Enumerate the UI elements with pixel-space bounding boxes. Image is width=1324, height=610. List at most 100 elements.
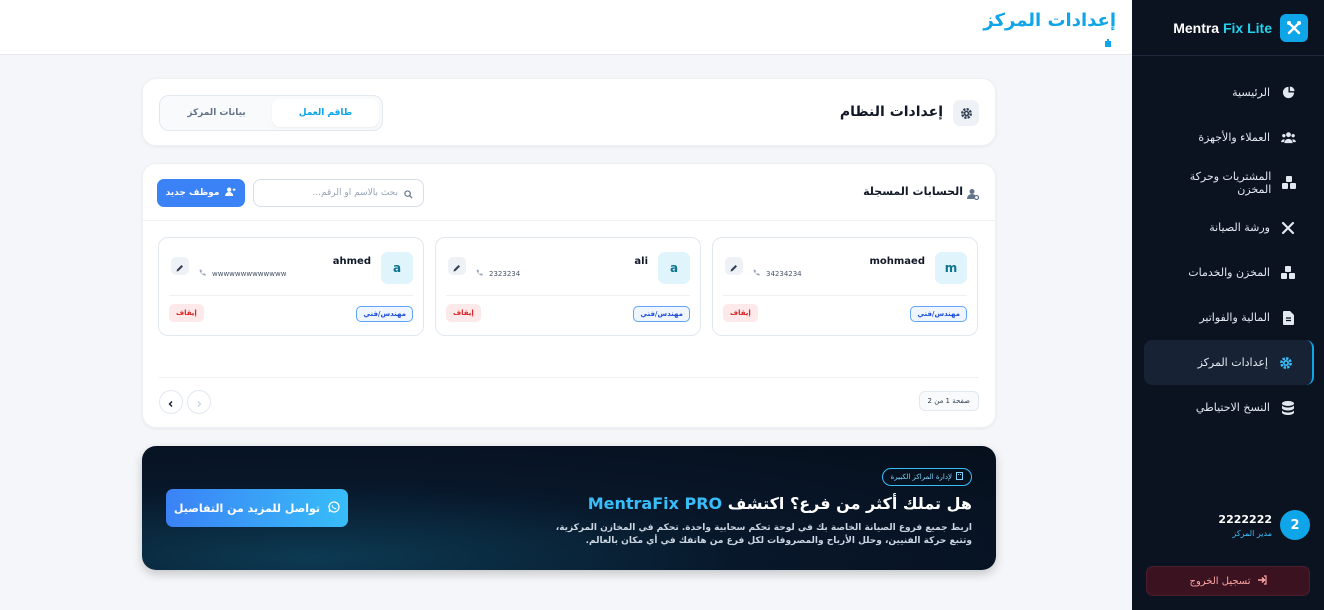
boxes-icon [1280,265,1296,281]
promo-title: هل تملك أكثر من فرع؟ اكتشف MentraFix PRO [588,494,972,513]
contact-button[interactable]: تواصل للمزيد من التفاصيل [166,489,348,527]
logout-button[interactable]: تسجيل الخروج [1146,566,1310,596]
divider [159,377,979,378]
employee-card: a ali 2323234 مهندس/فني إيقاف [435,237,701,336]
sidebar-item-label: المشتريات وحركة المخزن [1189,169,1272,196]
edit-button[interactable] [725,257,743,275]
employee-name: mohmaed [869,256,925,267]
tab-staff[interactable]: طاقم العمل [272,99,379,127]
employee-avatar: m [935,252,967,284]
employee-phone-value: wwwwwwwwwwwww [212,269,287,278]
contact-button-label: تواصل للمزيد من التفاصيل [173,501,321,515]
phone-icon [476,269,483,278]
logout-label: تسجيل الخروج [1189,575,1251,587]
sidebar-item-settings[interactable]: إعدادات المركز [1144,340,1314,385]
chevron-left-icon [167,393,175,412]
accounts-header: الحسابات المسجلة موظف جديد [143,164,995,221]
accounts-title: الحسابات المسجلة [863,185,963,198]
tools-icon [1280,220,1296,236]
role-badge: مهندس/فني [356,306,413,322]
role-badge: مهندس/فني [910,306,967,322]
sidebar-item-label: النسخ الاحتياطي [1195,401,1270,414]
building-icon [1104,32,1112,47]
sidebar-item-inventory[interactable]: المخزن والخدمات [1144,250,1314,295]
brand-name: Mentra Fix Lite [1173,20,1272,36]
employee-phone: 2323234 [476,269,520,278]
sidebar: Mentra Fix Lite الرئيسية العملاء والأجهز… [1132,0,1324,610]
boxes-icon [1281,175,1296,191]
search-icon [404,184,413,203]
divider [723,295,967,296]
promo-description: اربط جميع فروع الصيانة الخاصة بك في لوحة… [555,523,972,546]
sidebar-item-label: المخزن والخدمات [1188,266,1270,279]
employee-phone-value: 2323234 [489,269,521,278]
employee-avatar: a [658,252,690,284]
topbar: إعدادات المركز [0,0,1132,55]
edit-button[interactable] [171,257,189,275]
brand[interactable]: Mentra Fix Lite [1132,0,1324,56]
user-name: 2222222 [1218,512,1272,526]
system-settings-title: إعدادات النظام [839,104,943,120]
gear-icon [1278,355,1294,371]
employee-name: ahmed [332,256,371,267]
employee-avatar: a [381,252,413,284]
sidebar-item-label: المالية والفواتير [1199,311,1270,324]
employee-phone: 34234234 [753,269,802,278]
phone-icon [753,269,760,278]
employee-phone: wwwwwwwwwwwww [199,269,286,278]
pie-chart-icon [1280,85,1296,101]
sidebar-item-backup[interactable]: النسخ الاحتياطي [1144,385,1314,430]
system-settings-card: إعدادات النظام طاقم العمل بيانات المركز [142,78,996,146]
divider [169,295,413,296]
sidebar-item-customers[interactable]: العملاء والأجهزة [1144,115,1314,160]
pencil-icon [176,257,184,276]
pencil-icon [453,257,461,276]
users-icon [1280,130,1296,146]
brand-accent: Fix Lite [1222,19,1272,36]
sidebar-item-label: العملاء والأجهزة [1198,131,1270,144]
page-title: إعدادات المركز [983,10,1116,31]
employee-card: a ahmed wwwwwwwwwwwww مهندس/فني إيقاف [158,237,424,336]
next-page-button[interactable] [187,390,211,414]
page-info: صفحة 1 من 2 [918,391,979,411]
search-input[interactable] [268,188,398,198]
settings-tabs: طاقم العمل بيانات المركز [159,95,383,131]
suspend-button[interactable]: إيقاف [446,304,481,322]
chevron-right-icon [195,393,203,412]
role-badge: مهندس/فني [633,306,690,322]
add-employee-button[interactable]: موظف جديد [157,179,245,207]
search-box[interactable] [253,179,424,207]
promo-badge: لإدارة المراكز الكبيرة [881,468,972,486]
divider [446,295,690,296]
avatar[interactable]: 2 [1280,510,1310,540]
sidebar-nav: الرئيسية العملاء والأجهزة المشتريات وحرك… [1132,56,1324,430]
employee-name: ali [634,256,648,267]
sidebar-item-home[interactable]: الرئيسية [1144,70,1314,115]
suspend-button[interactable]: إيقاف [169,304,204,322]
edit-button[interactable] [448,257,466,275]
tab-center-data[interactable]: بيانات المركز [163,99,270,127]
sidebar-item-label: ورشة الصيانة [1209,221,1270,234]
employee-card: m mohmaed 34234234 مهندس/فني إيقاف [712,237,978,336]
logout-icon [1257,574,1267,588]
suspend-button[interactable]: إيقاف [723,304,758,322]
database-icon [1280,400,1296,416]
prev-page-button[interactable] [159,390,183,414]
employee-phone-value: 34234234 [766,269,802,278]
user-box: 2 2222222 مدير المركز [1132,500,1324,550]
sidebar-item-label: إعدادات المركز [1197,356,1268,369]
phone-icon [199,269,206,278]
user-role: مدير المركز [1232,528,1272,538]
sidebar-item-finance[interactable]: المالية والفواتير [1144,295,1314,340]
whatsapp-icon [328,500,340,516]
brand-main: Mentra [1173,19,1220,36]
promo-banner: لإدارة المراكز الكبيرة هل تملك أكثر من ف… [142,446,996,570]
building-icon [956,472,963,482]
sidebar-item-workshop[interactable]: ورشة الصيانة [1144,205,1314,250]
sidebar-item-label: الرئيسية [1232,86,1270,99]
promo-title-text: هل تملك أكثر من فرع؟ اكتشف [722,494,972,513]
user-gear-icon [967,185,980,201]
sidebar-item-purchases[interactable]: المشتريات وحركة المخزن [1144,160,1314,205]
accounts-card: الحسابات المسجلة موظف جديد m mohmaed 342… [142,163,996,428]
add-employee-label: موظف جديد [165,188,220,198]
